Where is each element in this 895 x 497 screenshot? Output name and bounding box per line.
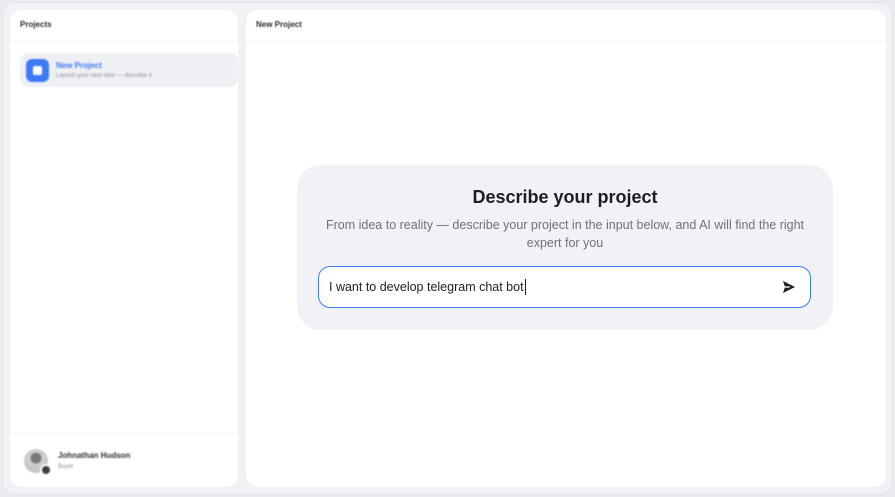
page-title: New Project bbox=[246, 10, 886, 42]
sidebar-item-new-project[interactable]: New Project Launch your next idea — desc… bbox=[20, 53, 238, 87]
project-input-box[interactable]: I want to develop telegram chat bot bbox=[318, 266, 811, 308]
describe-project-card: Describe your project From idea to reali… bbox=[297, 165, 833, 330]
project-name: New Project bbox=[56, 61, 102, 70]
project-subtitle: Launch your next idea — describe it bbox=[56, 73, 152, 79]
project-texts: New Project Launch your next idea — desc… bbox=[56, 61, 152, 79]
badge-icon bbox=[40, 463, 52, 476]
text-caret bbox=[524, 279, 526, 295]
card-description: From idea to reality — describe your pro… bbox=[325, 218, 805, 250]
send-button[interactable] bbox=[778, 276, 800, 298]
user-profile[interactable]: Johnathan Hudson Buyer bbox=[10, 433, 238, 487]
sidebar: Projects New Project Launch your next id… bbox=[10, 10, 238, 487]
avatar bbox=[24, 448, 52, 476]
card-title: Describe your project bbox=[472, 187, 658, 207]
project-input[interactable]: I want to develop telegram chat bot bbox=[329, 280, 524, 294]
square-icon bbox=[33, 65, 42, 75]
main-panel: New Project Describe your project From i… bbox=[246, 10, 886, 487]
sidebar-title: Projects bbox=[10, 10, 238, 42]
user-role: Buyer bbox=[58, 464, 74, 470]
send-icon bbox=[783, 281, 795, 293]
user-name: Johnathan Hudson bbox=[58, 451, 131, 460]
user-texts: Johnathan Hudson Buyer bbox=[58, 451, 130, 470]
project-icon bbox=[26, 58, 49, 82]
